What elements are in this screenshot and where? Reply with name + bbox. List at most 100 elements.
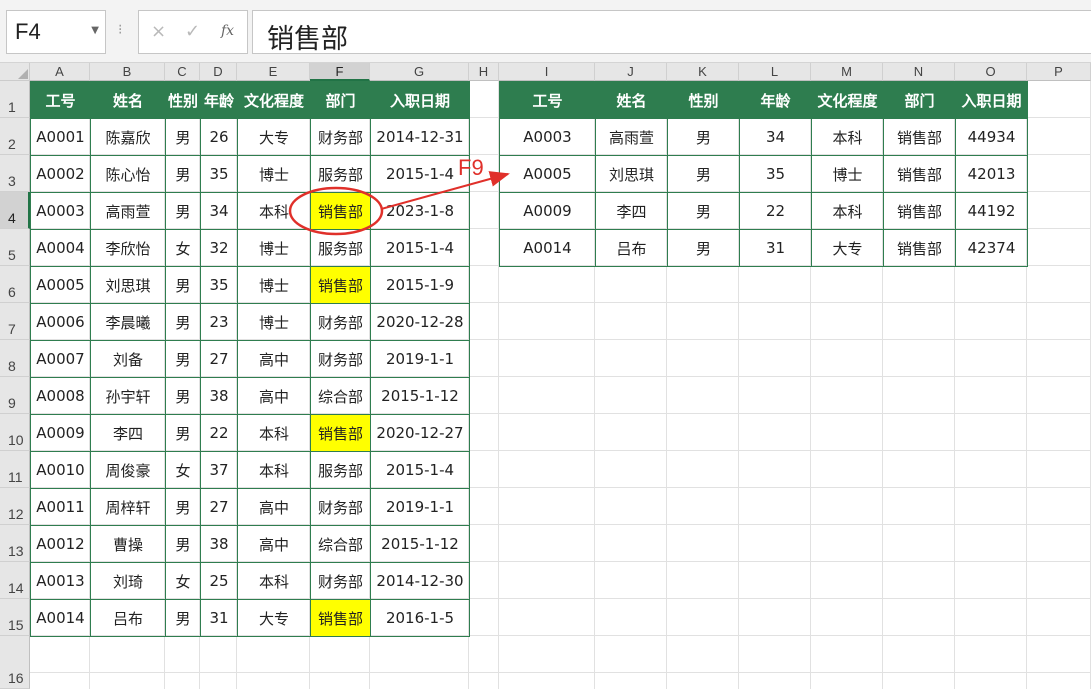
column-title[interactable]: 姓名 (595, 81, 668, 119)
table-cell[interactable]: 男 (165, 340, 201, 378)
table-cell[interactable]: 李晨曦 (90, 303, 166, 341)
name-box[interactable]: F4 ▼ (6, 10, 106, 54)
table-cell[interactable]: 刘备 (90, 340, 166, 378)
table-cell[interactable]: 22 (200, 414, 238, 452)
row-header-5[interactable]: 5 (0, 229, 30, 266)
table-cell[interactable]: 周梓轩 (90, 488, 166, 526)
column-header-a[interactable]: A (30, 63, 90, 81)
column-title[interactable]: 部门 (883, 81, 956, 119)
table-cell[interactable]: A0004 (30, 229, 91, 267)
row-header-6[interactable]: 6 (0, 266, 30, 303)
column-title[interactable]: 性别 (667, 81, 740, 119)
table-cell[interactable]: A0010 (30, 451, 91, 489)
table-cell[interactable]: 女 (165, 451, 201, 489)
table-cell[interactable]: A0011 (30, 488, 91, 526)
table-cell[interactable]: A0006 (30, 303, 91, 341)
table-cell[interactable]: 2015-1-4 (370, 229, 470, 267)
row-header-9[interactable]: 9 (0, 377, 30, 414)
table-cell[interactable]: 26 (200, 118, 238, 156)
table-cell[interactable]: 财务部 (310, 488, 371, 526)
worksheet[interactable]: ABCDEFGHIJKLMNOP 1 2 3 4 5 6 7 8 9 10 11 12 13 14 15 16… (0, 63, 1091, 689)
column-header-l[interactable]: L (739, 63, 811, 81)
table-cell[interactable]: 销售部 (310, 414, 371, 452)
column-header-h[interactable]: H (469, 63, 499, 81)
table-cell[interactable]: 高雨萱 (90, 192, 166, 230)
table-cell[interactable]: 女 (165, 229, 201, 267)
table-cell[interactable]: 2014-12-31 (370, 118, 470, 156)
table-cell[interactable]: 周俊豪 (90, 451, 166, 489)
table-cell[interactable]: A0013 (30, 562, 91, 600)
table-cell[interactable]: 销售部 (883, 118, 956, 156)
table-cell[interactable]: 销售部 (883, 155, 956, 193)
row-header-4[interactable]: 4 (0, 192, 30, 229)
table-cell[interactable]: 男 (165, 488, 201, 526)
table-cell[interactable]: 35 (739, 155, 812, 193)
column-header-g[interactable]: G (370, 63, 469, 81)
table-cell[interactable]: 38 (200, 377, 238, 415)
table-cell[interactable]: 吕布 (595, 229, 668, 267)
table-cell[interactable]: A0014 (30, 599, 91, 637)
table-cell[interactable]: 高中 (237, 377, 311, 415)
table-cell[interactable]: 刘思琪 (595, 155, 668, 193)
column-header-c[interactable]: C (165, 63, 200, 81)
table-cell[interactable]: 男 (667, 192, 740, 230)
table-cell[interactable]: 2020-12-27 (370, 414, 470, 452)
column-title[interactable]: 文化程度 (237, 81, 311, 119)
table-cell[interactable]: 35 (200, 155, 238, 193)
row-header-11[interactable]: 11 (0, 451, 30, 488)
column-header-o[interactable]: O (955, 63, 1027, 81)
table-cell[interactable]: A0014 (499, 229, 596, 267)
table-cell[interactable]: A0003 (499, 118, 596, 156)
table-cell[interactable]: 女 (165, 562, 201, 600)
table-cell[interactable]: 李欣怡 (90, 229, 166, 267)
table-cell[interactable]: 财务部 (310, 562, 371, 600)
select-all-button[interactable] (0, 63, 30, 81)
table-cell[interactable]: 25 (200, 562, 238, 600)
table-cell[interactable]: 44192 (955, 192, 1028, 230)
table-cell[interactable]: 博士 (237, 303, 311, 341)
formula-input[interactable]: 销售部 (252, 10, 1091, 55)
row-header-12[interactable]: 12 (0, 488, 30, 525)
chevron-down-icon[interactable]: ▼ (91, 25, 99, 36)
table-cell[interactable]: 男 (165, 118, 201, 156)
table-cell[interactable]: 2023-1-8 (370, 192, 470, 230)
table-cell[interactable]: A0009 (30, 414, 91, 452)
table-cell[interactable]: 男 (165, 377, 201, 415)
row-header-10[interactable]: 10 (0, 414, 30, 451)
table-cell[interactable]: A0009 (499, 192, 596, 230)
table-cell[interactable]: 2014-12-30 (370, 562, 470, 600)
table-cell[interactable]: 李四 (595, 192, 668, 230)
column-title[interactable]: 性别 (165, 81, 201, 119)
table-cell[interactable]: 大专 (237, 118, 311, 156)
row-header-8[interactable]: 8 (0, 340, 30, 377)
table-cell[interactable]: 27 (200, 488, 238, 526)
table-cell[interactable]: 财务部 (310, 340, 371, 378)
table-cell[interactable]: 2015-1-4 (370, 451, 470, 489)
column-header-d[interactable]: D (200, 63, 237, 81)
table-cell[interactable]: 销售部 (883, 229, 956, 267)
table-cell[interactable]: 大专 (237, 599, 311, 637)
table-cell[interactable]: 博士 (237, 266, 311, 304)
table-cell[interactable]: 男 (165, 266, 201, 304)
table-cell[interactable]: 销售部 (883, 192, 956, 230)
table-cell[interactable]: 男 (667, 155, 740, 193)
row-header-2[interactable]: 2 (0, 118, 30, 155)
table-cell[interactable]: 男 (165, 192, 201, 230)
table-cell[interactable]: 博士 (237, 229, 311, 267)
table-cell[interactable]: 2019-1-1 (370, 488, 470, 526)
column-header-p[interactable]: P (1027, 63, 1091, 81)
row-header-13[interactable]: 13 (0, 525, 30, 562)
table-cell[interactable]: 大专 (811, 229, 884, 267)
table-cell[interactable]: 44934 (955, 118, 1028, 156)
table-cell[interactable]: 综合部 (310, 377, 371, 415)
table-cell[interactable]: 吕布 (90, 599, 166, 637)
table-cell[interactable]: 男 (165, 414, 201, 452)
table-cell[interactable]: 42374 (955, 229, 1028, 267)
table-cell[interactable]: 31 (739, 229, 812, 267)
column-header-m[interactable]: M (811, 63, 883, 81)
table-cell[interactable]: 2016-1-5 (370, 599, 470, 637)
table-cell[interactable]: 35 (200, 266, 238, 304)
row-header-14[interactable]: 14 (0, 562, 30, 599)
table-cell[interactable]: A0012 (30, 525, 91, 563)
table-cell[interactable]: 陈心怡 (90, 155, 166, 193)
